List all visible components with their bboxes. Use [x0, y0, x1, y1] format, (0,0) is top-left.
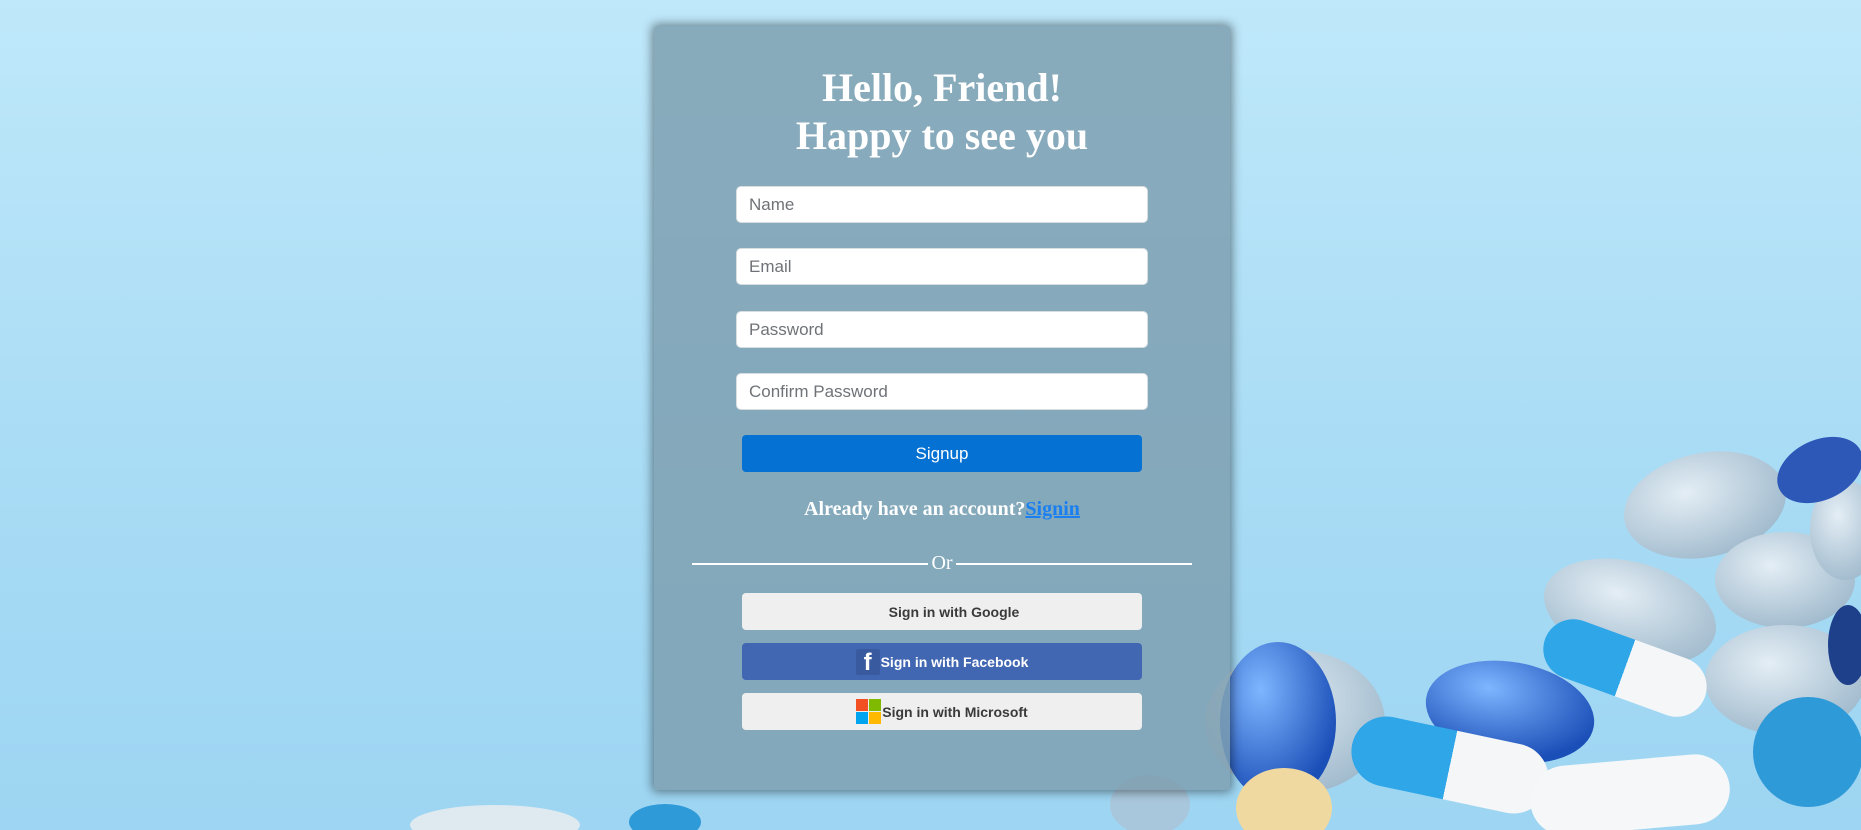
heading-line2: Happy to see you — [795, 113, 1089, 158]
facebook-signin-label: Sign in with Facebook — [880, 653, 1029, 670]
password-field[interactable] — [736, 311, 1148, 348]
divider-line-left — [692, 563, 928, 565]
signin-link[interactable]: Signin — [1025, 498, 1079, 520]
signup-card: Hello, Friend! Happy to see you Signup A… — [654, 26, 1230, 790]
google-signin-label: Sign in with Google — [888, 603, 1020, 620]
microsoft-signin-button[interactable]: Sign in with Microsoft — [742, 693, 1142, 730]
or-divider: Or — [692, 550, 1192, 576]
divider-line-right — [956, 563, 1192, 565]
name-field[interactable] — [736, 186, 1148, 223]
google-signin-button[interactable]: Sign in with Google — [742, 593, 1142, 630]
signin-prompt: Already have an account?Signin — [654, 498, 1230, 521]
facebook-signin-button[interactable]: f Sign in with Facebook — [742, 643, 1142, 680]
email-field[interactable] — [736, 248, 1148, 285]
signup-button[interactable]: Signup — [742, 435, 1142, 472]
facebook-logo-icon: f — [855, 648, 880, 675]
microsoft-logo-icon — [856, 699, 882, 724]
microsoft-signin-label: Sign in with Microsoft — [882, 703, 1028, 720]
or-text: Or — [931, 552, 953, 574]
signup-button-label: Signup — [915, 443, 969, 463]
confirm-password-field[interactable] — [736, 373, 1148, 410]
heading-line1: Hello, Friend! — [822, 65, 1062, 110]
signin-prompt-text: Already have an account? — [804, 498, 1026, 520]
